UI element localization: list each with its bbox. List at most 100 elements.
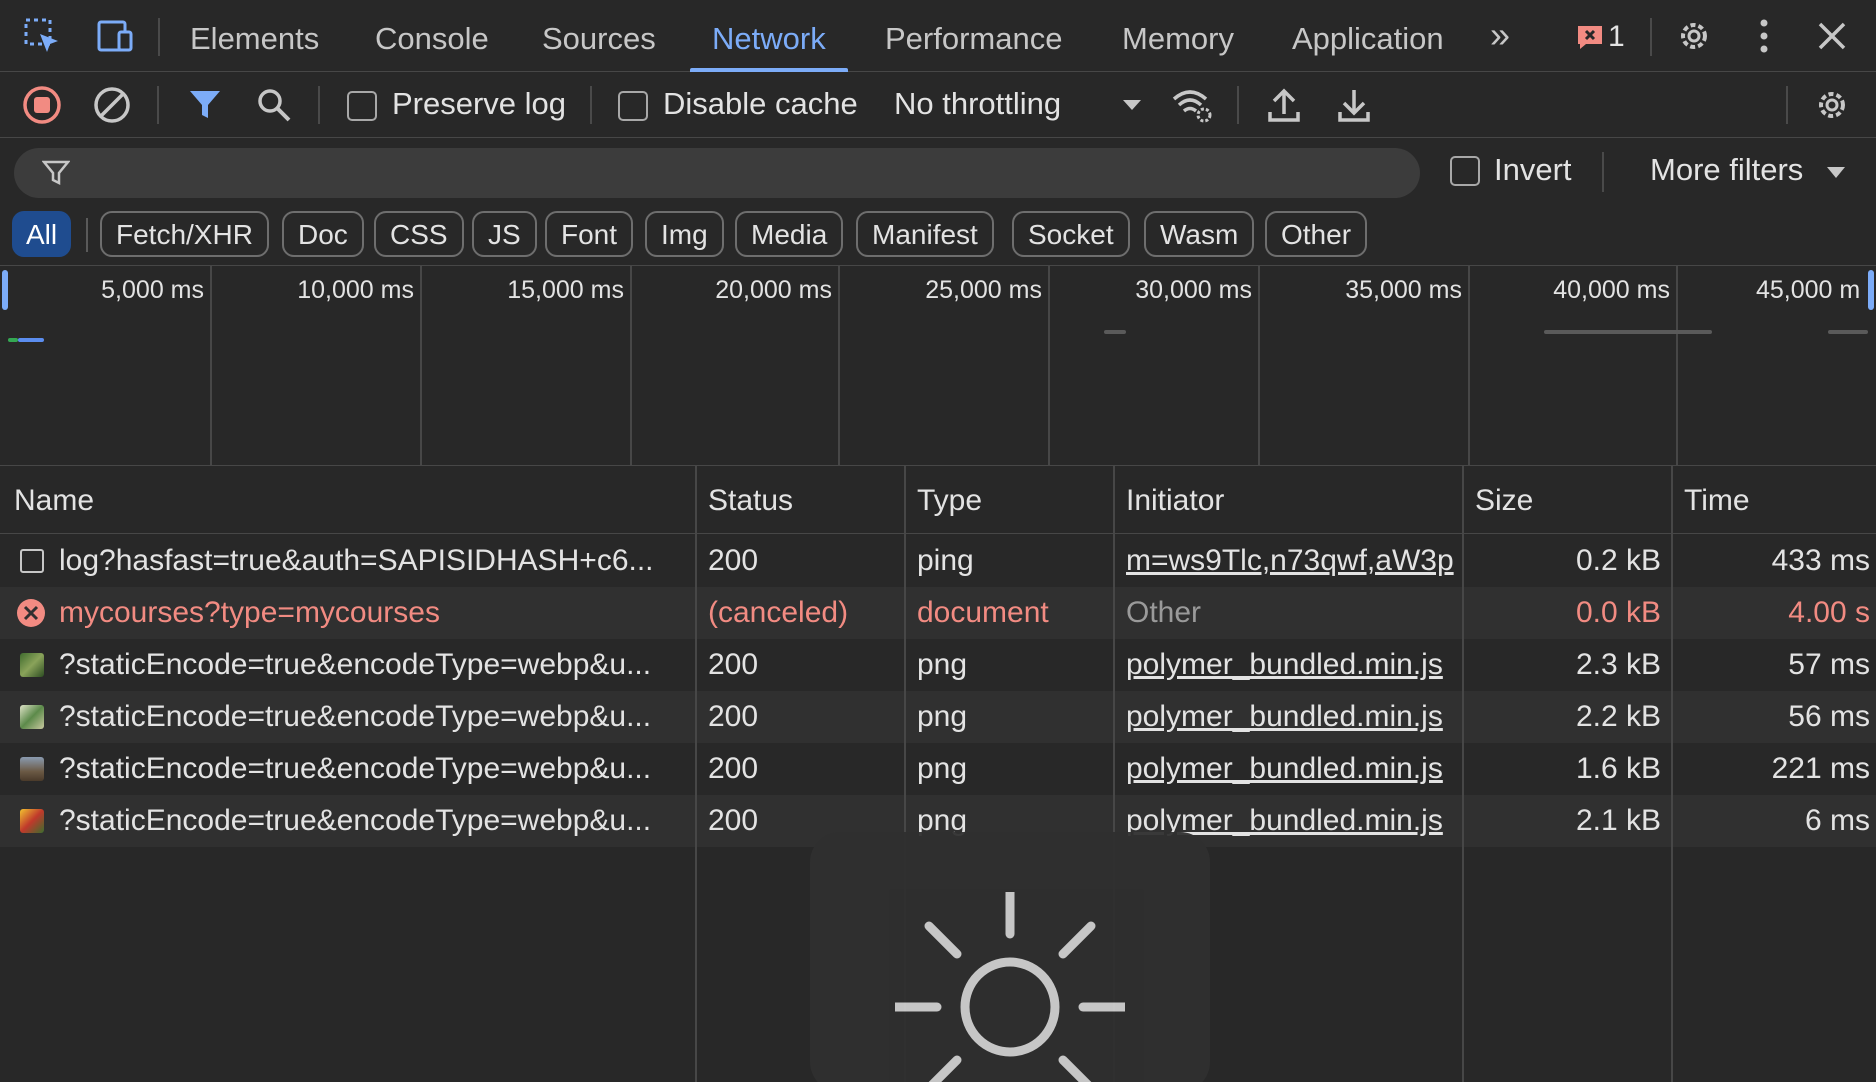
stop-recording-icon[interactable] (20, 83, 64, 127)
resource-type-chips: All Fetch/XHR Doc CSS JS Font Img Media … (0, 206, 1876, 266)
column-header-initiator[interactable]: Initiator (1114, 466, 1224, 534)
request-initiator-link[interactable]: polymer_bundled.min.js (1126, 743, 1462, 795)
preserve-log-label: Preserve log (392, 86, 567, 121)
kebab-menu-icon[interactable] (1742, 14, 1786, 58)
search-icon[interactable] (252, 83, 296, 127)
column-separator[interactable] (1671, 466, 1673, 1082)
timeline-request-bar (1104, 330, 1126, 334)
timeline-label: 15,000 ms (507, 276, 624, 304)
request-time: 433 ms (1771, 544, 1870, 577)
close-icon[interactable] (1810, 14, 1854, 58)
image-thumbnail-icon (20, 653, 44, 677)
request-status: 200 (708, 700, 759, 733)
clear-log-icon[interactable] (90, 83, 134, 127)
filter-input[interactable] (82, 148, 1402, 198)
chip-wasm[interactable]: Wasm (1144, 211, 1255, 257)
timeline-gridline (210, 266, 212, 466)
error-count-badge[interactable]: 1 (1576, 18, 1625, 56)
request-status: (canceled) (708, 596, 849, 629)
timeline-label: 40,000 ms (1553, 276, 1670, 304)
timeline-left-handle[interactable] (2, 270, 8, 310)
tab-memory[interactable]: Memory (1122, 0, 1234, 72)
column-header-name[interactable]: Name (2, 466, 94, 534)
tab-network[interactable]: Network (690, 0, 848, 72)
timeline-right-handle[interactable] (1868, 270, 1874, 310)
network-conditions-icon[interactable] (1170, 83, 1214, 127)
invert-label: Invert (1494, 152, 1572, 187)
more-tabs-icon[interactable]: » (1490, 0, 1510, 72)
request-type: document (917, 596, 1049, 629)
filter-box (14, 148, 1420, 198)
timeline-label: 45,000 m (1756, 276, 1861, 304)
request-name: mycourses?type=mycourses (59, 596, 440, 629)
column-header-time[interactable]: Time (1672, 466, 1750, 534)
chip-fetch-xhr[interactable]: Fetch/XHR (100, 211, 269, 257)
table-row[interactable]: log?hasfast=true&auth=SAPISIDHASH+c6... … (0, 535, 1876, 587)
timeline-label: 25,000 ms (925, 276, 1042, 304)
request-time: 6 ms (1804, 804, 1870, 837)
tab-application[interactable]: Application (1292, 0, 1444, 72)
device-toolbar-icon[interactable] (92, 14, 136, 58)
request-time: 221 ms (1771, 752, 1870, 785)
export-har-icon[interactable] (1332, 83, 1376, 127)
timeline-gridline (1676, 266, 1678, 466)
devtools-tab-bar: Elements Console Sources Network Perform… (0, 0, 1876, 72)
timeline-request-bar (18, 338, 44, 342)
chip-doc[interactable]: Doc (282, 211, 364, 257)
toolbar-separator (1786, 86, 1788, 124)
timeline-label: 35,000 ms (1345, 276, 1462, 304)
table-row[interactable]: ?staticEncode=true&encodeType=webp&u... … (0, 743, 1876, 795)
table-row[interactable]: ?staticEncode=true&encodeType=webp&u... … (0, 691, 1876, 743)
filter-separator (1602, 152, 1604, 192)
timeline-overview[interactable]: 5,000 ms 10,000 ms 15,000 ms 20,000 ms 2… (0, 266, 1876, 466)
tab-sources[interactable]: Sources (542, 0, 656, 72)
disable-cache-checkbox[interactable] (618, 91, 648, 121)
table-row[interactable]: ?staticEncode=true&encodeType=webp&u... … (0, 639, 1876, 691)
tab-console[interactable]: Console (375, 0, 489, 72)
chip-css[interactable]: CSS (374, 211, 464, 257)
tab-elements[interactable]: Elements (190, 0, 319, 72)
table-row[interactable]: mycourses?type=mycourses (canceled) docu… (0, 587, 1876, 639)
filter-funnel-icon (42, 160, 70, 186)
inspect-element-icon[interactable] (20, 14, 64, 58)
throttling-select[interactable]: No throttling (894, 86, 1061, 122)
request-name: ?staticEncode=true&encodeType=webp&u... (59, 804, 652, 837)
column-separator[interactable] (1462, 466, 1464, 1082)
tab-performance[interactable]: Performance (885, 0, 1062, 72)
filter-row: Invert More filters (0, 138, 1876, 206)
chip-font[interactable]: Font (545, 211, 634, 257)
chip-media[interactable]: Media (735, 211, 844, 257)
network-settings-gear-icon[interactable] (1810, 83, 1854, 127)
request-initiator-link[interactable]: polymer_bundled.min.js (1126, 639, 1462, 691)
invert-checkbox[interactable] (1450, 156, 1480, 186)
request-initiator-link[interactable]: m=ws9Tlc,n73qwf,aW3p (1126, 535, 1462, 587)
chip-separator (86, 218, 88, 252)
timeline-label: 30,000 ms (1135, 276, 1252, 304)
request-initiator-link[interactable]: polymer_bundled.min.js (1126, 691, 1462, 743)
column-header-type[interactable]: Type (905, 466, 982, 534)
chip-js[interactable]: JS (472, 211, 537, 257)
toolbar-separator (590, 86, 592, 124)
request-type: png (917, 648, 968, 681)
chip-all[interactable]: All (12, 211, 72, 257)
chevron-down-icon[interactable] (1110, 83, 1154, 127)
chip-other[interactable]: Other (1265, 211, 1368, 257)
chip-manifest[interactable]: Manifest (856, 211, 994, 257)
preserve-log-checkbox[interactable] (347, 91, 377, 121)
column-header-size[interactable]: Size (1463, 466, 1533, 534)
timeline-label: 5,000 ms (101, 276, 204, 304)
chevron-down-icon[interactable] (1826, 166, 1846, 180)
filter-toggle-icon[interactable] (183, 83, 227, 127)
request-type: png (917, 700, 968, 733)
request-time: 56 ms (1788, 700, 1870, 733)
column-separator[interactable] (695, 466, 697, 1082)
more-filters-dropdown[interactable]: More filters (1650, 152, 1803, 188)
chip-img[interactable]: Img (645, 211, 724, 257)
timeline-gridline (1048, 266, 1050, 466)
toolbar-separator (318, 86, 320, 124)
column-header-status[interactable]: Status (696, 466, 793, 534)
settings-gear-icon[interactable] (1672, 14, 1716, 58)
import-har-icon[interactable] (1262, 83, 1306, 127)
chip-socket[interactable]: Socket (1012, 211, 1130, 257)
timeline-gridline (1468, 266, 1470, 466)
